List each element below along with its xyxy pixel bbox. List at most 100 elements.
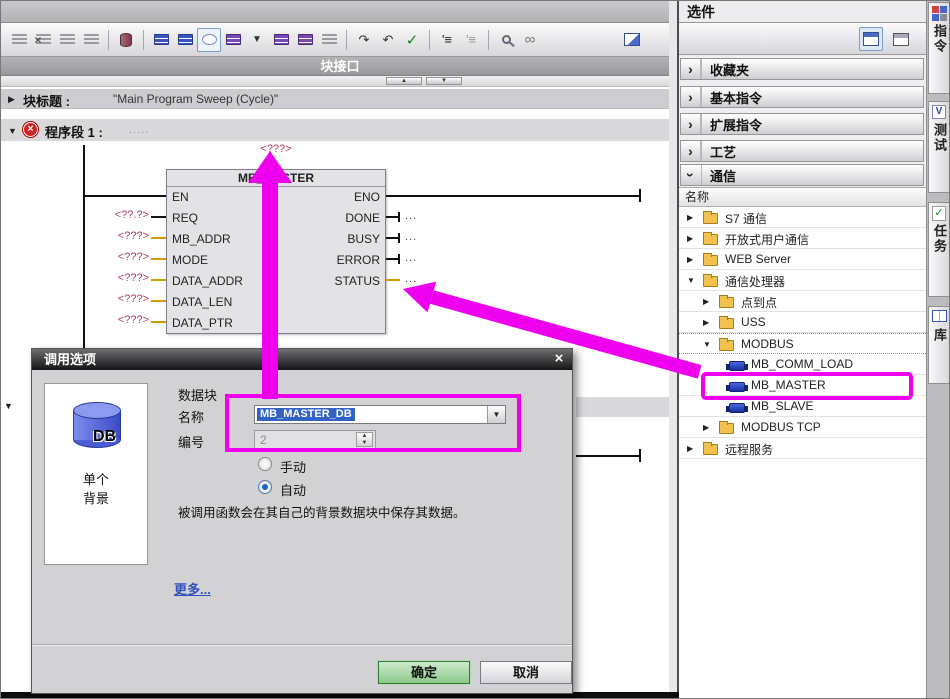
pin-mb-addr[interactable]: MB_ADDR: [172, 232, 231, 246]
block-title-row[interactable]: ▶ 块标题 : "Main Program Sweep (Cycle)": [1, 89, 669, 109]
create-instance-db-icon[interactable]: [114, 28, 138, 52]
folder-icon: [703, 213, 718, 224]
split-editor-icon[interactable]: [620, 28, 644, 52]
pin-mode[interactable]: MODE: [172, 253, 208, 267]
tree-item-modbus-tcp[interactable]: ▶ MODBUS TCP: [679, 417, 926, 438]
operand-mb-addr[interactable]: <???>: [59, 230, 149, 242]
operand-mode[interactable]: <???>: [59, 251, 149, 263]
section-communication[interactable]: › 通信: [680, 164, 924, 186]
tree-item-web-server[interactable]: ▶ WEB Server: [679, 249, 926, 270]
eno-wire: [386, 195, 641, 197]
tasks-clipboard-icon: ✓: [932, 206, 946, 221]
chevron-right-icon[interactable]: ▶: [703, 297, 709, 306]
manual-radio-label[interactable]: 手动: [280, 457, 306, 476]
maximize-panel-icon[interactable]: [859, 27, 883, 51]
pin-data-addr[interactable]: DATA_ADDR: [172, 274, 243, 288]
more-link[interactable]: 更多...: [174, 579, 211, 598]
instructions-panel: 选件 › 收藏夹 › 基本指令 › 扩展指令 › 工艺 › 通信 名称 ▶: [679, 1, 926, 699]
consistency-check-icon[interactable]: ✓: [400, 28, 424, 52]
tree-item-open-user-communication[interactable]: ▶ 开放式用户通信: [679, 228, 926, 249]
pin-req[interactable]: REQ: [172, 211, 198, 225]
operand-data-addr[interactable]: <???>: [59, 272, 149, 284]
busy-operand[interactable]: ...: [405, 231, 417, 243]
pin-data-len[interactable]: DATA_LEN: [172, 295, 232, 309]
block-title-value[interactable]: "Main Program Sweep (Cycle)": [113, 92, 278, 106]
go-to-previous-error-icon[interactable]: ↶: [376, 28, 400, 52]
pin-busy[interactable]: BUSY: [347, 232, 380, 246]
section-extended-instructions[interactable]: › 扩展指令: [680, 113, 924, 135]
find-replace-icon[interactable]: [494, 28, 518, 52]
section-basic-instructions[interactable]: › 基本指令: [680, 86, 924, 108]
network-1-header[interactable]: ▼ × 程序段 1 : .....: [1, 119, 669, 141]
chevron-down-icon[interactable]: ▼: [687, 276, 695, 285]
tree-item-uss[interactable]: ▶ USS: [679, 312, 926, 333]
chevron-right-icon[interactable]: ▶: [687, 213, 693, 222]
tree-item-s7-communication[interactable]: ▶ S7 通信: [679, 207, 926, 228]
favorites-settings-icon[interactable]: [317, 28, 341, 52]
delete-network-icon[interactable]: ×: [31, 28, 55, 52]
error-operand[interactable]: ...: [405, 252, 417, 264]
network-2-collapse-icon[interactable]: ▼: [4, 401, 13, 411]
pin-error[interactable]: ERROR: [337, 253, 380, 267]
open-all-networks-icon[interactable]: [55, 28, 79, 52]
download-to-device-icon[interactable]: ▼: [245, 28, 269, 52]
operand-data-len[interactable]: <???>: [59, 293, 149, 305]
absolute-info-off-icon[interactable]: '≡: [459, 28, 483, 52]
tree-item-label: 点到点: [741, 294, 777, 311]
folder-icon: [719, 340, 734, 351]
chevron-right-icon[interactable]: ▶: [703, 318, 709, 327]
name-column-header[interactable]: 名称: [679, 188, 926, 207]
chevron-down-icon[interactable]: ▼: [703, 340, 711, 349]
tree-item-point-to-point[interactable]: ▶ 点到点: [679, 291, 926, 312]
insert-network-icon[interactable]: [7, 28, 31, 52]
ok-button[interactable]: 确定: [378, 661, 470, 684]
tab-tasks[interactable]: ✓ 任务: [928, 202, 950, 297]
go-to-next-error-icon[interactable]: ↷: [352, 28, 376, 52]
pin-done[interactable]: DONE: [345, 211, 380, 225]
pin-eno[interactable]: ENO: [354, 190, 380, 204]
section-technology[interactable]: › 工艺: [680, 140, 924, 162]
pin-status[interactable]: STATUS: [334, 274, 380, 288]
chevron-right-icon[interactable]: ▶: [687, 255, 693, 264]
insert-box-comment-icon[interactable]: [269, 28, 293, 52]
block-interface-bar[interactable]: 块接口: [1, 57, 679, 76]
collapse-down-icon[interactable]: ▼: [8, 126, 17, 136]
operand-req[interactable]: <??.?>: [59, 209, 149, 221]
pin-en[interactable]: EN: [172, 190, 189, 204]
network-1-label: 程序段 1 :: [45, 122, 103, 141]
network-title-toggle-icon[interactable]: [293, 28, 317, 52]
tab-testing[interactable]: V 测试: [928, 101, 950, 193]
automatic-radio-label[interactable]: 自动: [280, 480, 306, 499]
cancel-button[interactable]: 取消: [480, 661, 572, 684]
toggle-comments-icon[interactable]: [197, 28, 221, 52]
tree-item-modbus[interactable]: ▼ MODBUS: [679, 333, 926, 354]
dialog-title: 调用选项: [32, 349, 572, 370]
collapse-up-icon[interactable]: ▲: [386, 77, 422, 85]
automatic-radio[interactable]: [258, 480, 272, 494]
single-instance-option[interactable]: DB 单个 背景: [44, 383, 148, 565]
chevron-right-icon[interactable]: ▶: [687, 234, 693, 243]
operand-data-ptr[interactable]: <???>: [59, 314, 149, 326]
network-overview-icon[interactable]: [173, 28, 197, 52]
collapse-down-icon[interactable]: ▼: [426, 77, 462, 85]
tree-item-remote-services[interactable]: ▶ 远程服务: [679, 438, 926, 459]
pin-data-ptr[interactable]: DATA_PTR: [172, 316, 233, 330]
tab-libraries[interactable]: 库: [928, 306, 950, 384]
float-panel-icon[interactable]: [889, 27, 913, 51]
absolute-operands-icon[interactable]: [149, 28, 173, 52]
expand-right-icon[interactable]: ▶: [8, 94, 15, 105]
section-favorites[interactable]: › 收藏夹: [680, 58, 924, 80]
done-operand[interactable]: ...: [405, 210, 417, 222]
absolute-info-on-icon[interactable]: '≡: [435, 28, 459, 52]
visible-areas-icon[interactable]: ∞: [518, 28, 542, 52]
manual-radio[interactable]: [258, 457, 272, 471]
close-icon[interactable]: ×: [550, 351, 568, 368]
tree-item-communication-processor[interactable]: ▼ 通信处理器: [679, 270, 926, 291]
network-comment-placeholder[interactable]: .....: [129, 124, 149, 136]
chevron-right-icon[interactable]: ▶: [703, 423, 709, 432]
expand-box-parameters-icon[interactable]: [221, 28, 245, 52]
chevron-right-icon[interactable]: ▶: [687, 444, 693, 453]
tab-instructions[interactable]: 指令: [928, 2, 950, 94]
close-all-networks-icon[interactable]: [79, 28, 103, 52]
side-tab-strip: 指令 V 测试 ✓ 任务 库: [926, 1, 950, 699]
